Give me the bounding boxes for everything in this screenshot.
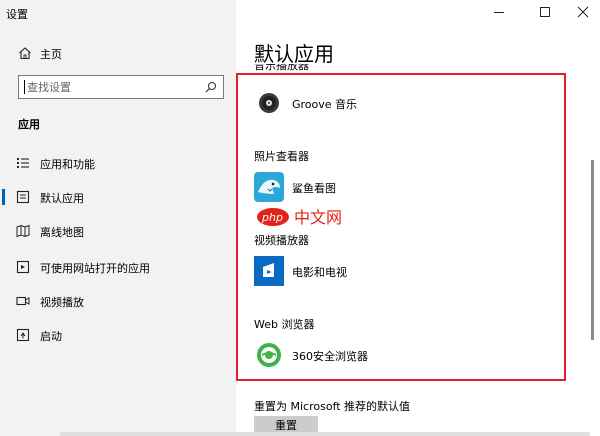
highlight-annotation-box: [236, 73, 566, 381]
sidebar-item-apps-features[interactable]: 应用和功能: [0, 152, 236, 174]
search-box[interactable]: [18, 75, 224, 99]
home-icon: [19, 47, 31, 60]
sidebar-item-offline-maps[interactable]: 离线地图: [0, 220, 236, 242]
search-icon[interactable]: [205, 81, 217, 93]
sidebar-item-label: 主页: [40, 48, 62, 61]
selected-indicator: [2, 189, 5, 205]
page-title: 默认应用: [254, 42, 334, 66]
close-button[interactable]: [568, 2, 598, 22]
sidebar-item-label: 视频播放: [40, 296, 84, 309]
minimize-button[interactable]: [484, 2, 514, 22]
sidebar: 设置 主页 应用 应用和功能: [0, 0, 236, 436]
sidebar-item-video-playback[interactable]: 视频播放: [0, 290, 236, 312]
default-apps-icon: [16, 190, 30, 204]
sidebar-item-label: 离线地图: [40, 226, 84, 239]
reset-label: 重置为 Microsoft 推荐的默认值: [254, 400, 411, 413]
map-icon: [16, 224, 30, 238]
sidebar-item-label: 默认应用: [40, 192, 84, 205]
sidebar-item-startup[interactable]: 启动: [0, 324, 236, 346]
section-title: 应用: [18, 118, 40, 131]
sidebar-item-default-apps[interactable]: 默认应用: [0, 186, 236, 208]
sidebar-item-label: 应用和功能: [40, 158, 95, 171]
startup-icon: [16, 328, 30, 342]
sidebar-item-website-apps[interactable]: 可使用网站打开的应用: [0, 256, 236, 278]
maximize-button[interactable]: [530, 2, 560, 22]
website-app-icon: [16, 260, 30, 274]
sidebar-item-home[interactable]: 主页: [0, 42, 236, 64]
video-icon: [16, 296, 30, 306]
search-input[interactable]: [27, 79, 197, 95]
window-title: 设置: [6, 8, 28, 21]
scrollbar[interactable]: [591, 160, 594, 340]
sidebar-item-label: 可使用网站打开的应用: [40, 262, 150, 275]
settings-window: 设置 主页 应用 应用和功能: [0, 0, 600, 436]
list-icon: [17, 158, 29, 168]
text-caret: [24, 80, 25, 94]
taskbar-edge: [60, 432, 590, 436]
sidebar-item-label: 启动: [40, 330, 62, 343]
